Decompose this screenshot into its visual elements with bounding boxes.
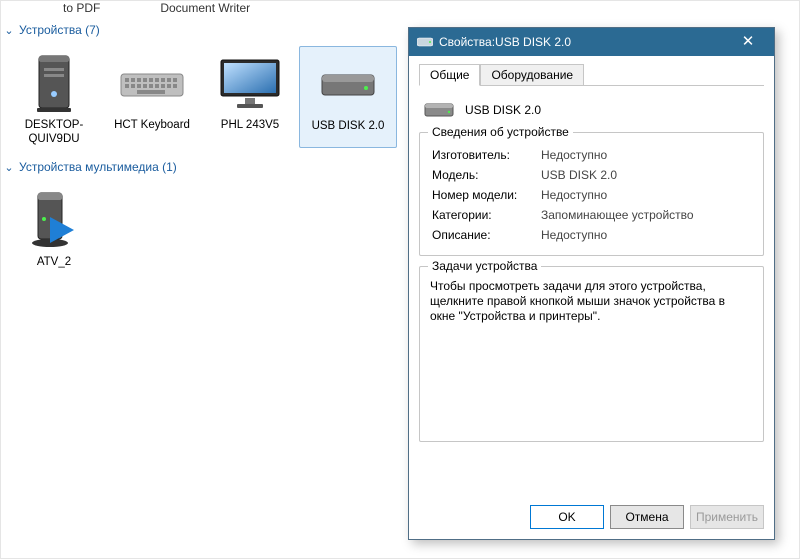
- info-manufacturer-key: Изготовитель:: [430, 145, 539, 165]
- external-drive-icon: [313, 53, 383, 117]
- tab-general-label: Общие: [430, 68, 469, 82]
- ok-button[interactable]: OK: [530, 505, 604, 529]
- trunc-label-b: Document Writer: [160, 1, 250, 19]
- info-manufacturer-val: Недоступно: [539, 145, 753, 165]
- apply-button: Применить: [690, 505, 764, 529]
- device-media-atv[interactable]: ATV_2: [5, 183, 103, 271]
- table-row: Номер модели: Недоступно: [430, 185, 753, 205]
- group-device-tasks: Задачи устройства Чтобы просмотреть зада…: [419, 266, 764, 442]
- device-usb-disk[interactable]: USB DISK 2.0: [299, 46, 397, 148]
- device-monitor[interactable]: PHL 243V5: [201, 46, 299, 148]
- tab-general[interactable]: Общие: [419, 64, 480, 86]
- section-title-media: Устройства мультимедиа (1): [19, 160, 177, 174]
- monitor-icon: [215, 52, 285, 116]
- device-info-table: Изготовитель: Недоступно Модель: USB DIS…: [430, 145, 753, 245]
- tab-hardware[interactable]: Оборудование: [480, 64, 584, 85]
- info-desc-key: Описание:: [430, 225, 539, 245]
- info-desc-val: Недоступно: [539, 225, 753, 245]
- device-label: ATV_2: [35, 253, 73, 269]
- dialog-title-device: USB DISK 2.0: [495, 35, 571, 49]
- info-modelno-key: Номер модели:: [430, 185, 539, 205]
- info-model-val: USB DISK 2.0: [539, 165, 753, 185]
- device-label: HCT Keyboard: [112, 116, 192, 132]
- info-category-val: Запоминающее устройство: [539, 205, 753, 225]
- trunc-label-a: to PDF: [63, 1, 100, 19]
- properties-dialog: Свойства: USB DISK 2.0 ✕ Общие Оборудова…: [408, 27, 775, 540]
- pc-tower-icon: [19, 52, 89, 116]
- ok-button-label: OK: [558, 510, 575, 524]
- dialog-titlebar[interactable]: Свойства: USB DISK 2.0 ✕: [409, 28, 774, 56]
- table-row: Модель: USB DISK 2.0: [430, 165, 753, 185]
- dialog-body: Общие Оборудование USB DISK 2.0 Сведения…: [409, 56, 774, 497]
- chevron-down-icon: ⌄: [3, 24, 15, 37]
- dialog-buttons: OK Отмена Применить: [409, 497, 774, 539]
- section-title-devices: Устройства (7): [19, 23, 100, 37]
- group-device-info: Сведения об устройстве Изготовитель: Нед…: [419, 132, 764, 256]
- apply-button-label: Применить: [696, 510, 758, 524]
- table-row: Описание: Недоступно: [430, 225, 753, 245]
- device-desktop[interactable]: DESKTOP-QUIV9DU: [5, 46, 103, 148]
- drive-icon: [417, 34, 433, 50]
- device-tasks-text: Чтобы просмотреть задачи для этого устро…: [430, 279, 753, 324]
- close-icon[interactable]: ✕: [728, 28, 768, 56]
- group-device-tasks-title: Задачи устройства: [428, 259, 541, 273]
- keyboard-icon: [117, 52, 187, 116]
- group-device-info-title: Сведения об устройстве: [428, 125, 573, 139]
- info-modelno-val: Недоступно: [539, 185, 753, 205]
- info-category-key: Категории:: [430, 205, 539, 225]
- device-label: PHL 243V5: [219, 116, 281, 132]
- tab-strip: Общие Оборудование: [419, 64, 764, 86]
- table-row: Категории: Запоминающее устройство: [430, 205, 753, 225]
- cancel-button-label: Отмена: [625, 510, 668, 524]
- device-headline-name: USB DISK 2.0: [465, 103, 541, 117]
- media-server-icon: [19, 189, 89, 253]
- truncated-previous-row: to PDF Document Writer: [1, 1, 799, 19]
- cancel-button[interactable]: Отмена: [610, 505, 684, 529]
- device-label: USB DISK 2.0: [310, 117, 387, 133]
- dialog-title-prefix: Свойства:: [439, 35, 495, 49]
- tab-hardware-label: Оборудование: [491, 68, 573, 82]
- device-keyboard[interactable]: HCT Keyboard: [103, 46, 201, 148]
- info-model-key: Модель:: [430, 165, 539, 185]
- device-label: DESKTOP-QUIV9DU: [5, 116, 103, 146]
- external-drive-icon: [423, 98, 455, 122]
- table-row: Изготовитель: Недоступно: [430, 145, 753, 165]
- chevron-down-icon: ⌄: [3, 161, 15, 174]
